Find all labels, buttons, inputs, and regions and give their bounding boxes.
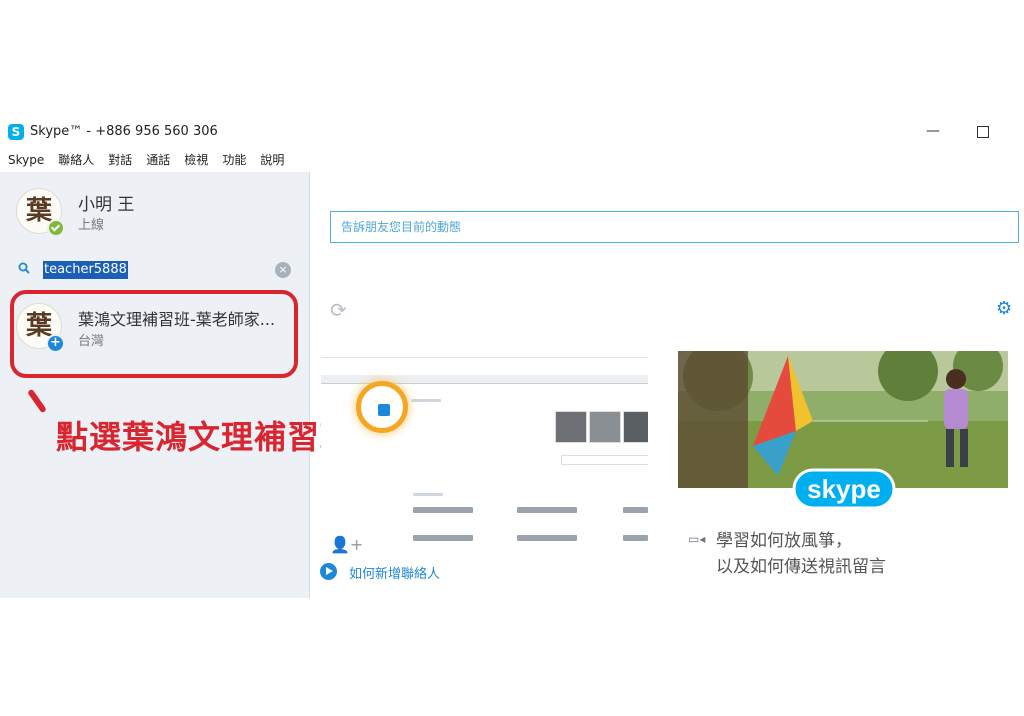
clear-search-icon[interactable]: ×: [275, 262, 291, 278]
tutorial-row: [623, 507, 648, 513]
tutorial-row: [623, 535, 648, 541]
menu-view[interactable]: 檢視: [176, 150, 214, 170]
tutorial-text-line: [411, 399, 441, 402]
maximize-icon: [977, 126, 989, 138]
sidebar: [0, 172, 310, 598]
refresh-icon[interactable]: ⟳: [330, 298, 347, 322]
skype-logo-icon: S: [8, 124, 24, 140]
menu-skype[interactable]: Skype: [0, 150, 50, 170]
promo-caption-line2[interactable]: 以及如何傳送視訊留言: [716, 552, 886, 577]
profile-name[interactable]: 小明 王: [78, 190, 134, 215]
minimize-button[interactable]: —: [918, 118, 948, 144]
tutorial-row: [517, 507, 577, 513]
tutorial-text-line: [413, 493, 443, 496]
search-icon: [18, 262, 30, 274]
menu-conversations[interactable]: 對話: [100, 150, 138, 170]
tutorial-row: [517, 535, 577, 541]
tutorial-row: [413, 535, 473, 541]
menu-bar: Skype 聯絡人 對話 通話 檢視 功能 說明: [0, 150, 290, 170]
menu-tools[interactable]: 功能: [214, 150, 252, 170]
profile-status[interactable]: 上線: [78, 214, 104, 233]
tutorial-photo: [623, 411, 648, 443]
mood-message-input[interactable]: 告訴朋友您目前的動態: [330, 211, 1019, 243]
add-contact-mini-icon: [378, 404, 390, 416]
add-contact-icon[interactable]: 👤+: [330, 535, 363, 554]
online-status-icon: [47, 219, 65, 237]
skype-brand-text: skype: [807, 474, 881, 504]
how-to-add-contact-link[interactable]: 如何新增聯絡人: [349, 563, 440, 582]
search-input[interactable]: teacher5888: [43, 261, 128, 279]
tutorial-search: [561, 455, 648, 465]
menu-contacts[interactable]: 聯絡人: [50, 150, 100, 170]
video-message-icon: ▭◂: [688, 532, 706, 546]
menu-help[interactable]: 說明: [252, 150, 290, 170]
tutorial-photo: [555, 411, 587, 443]
menu-call[interactable]: 通話: [138, 150, 176, 170]
add-contact-badge-icon: +: [46, 334, 65, 353]
window-title: Skype™ - +886 956 560 306: [30, 124, 218, 139]
skype-brand-logo: skype: [792, 468, 896, 510]
annotation-text: 點選葉鴻文理補習班: [56, 418, 354, 456]
gear-icon[interactable]: ⚙: [996, 298, 1012, 319]
tutorial-row: [413, 507, 473, 513]
divider: [321, 357, 648, 358]
contact-name[interactable]: 葉鴻文理補習班-葉老師家...: [78, 306, 275, 330]
promo-caption-line1[interactable]: 學習如何放風箏，: [716, 526, 852, 551]
tutorial-photo: [589, 411, 621, 443]
maximize-button[interactable]: [968, 118, 998, 144]
play-icon[interactable]: [320, 563, 337, 580]
contact-location: 台灣: [78, 334, 105, 349]
